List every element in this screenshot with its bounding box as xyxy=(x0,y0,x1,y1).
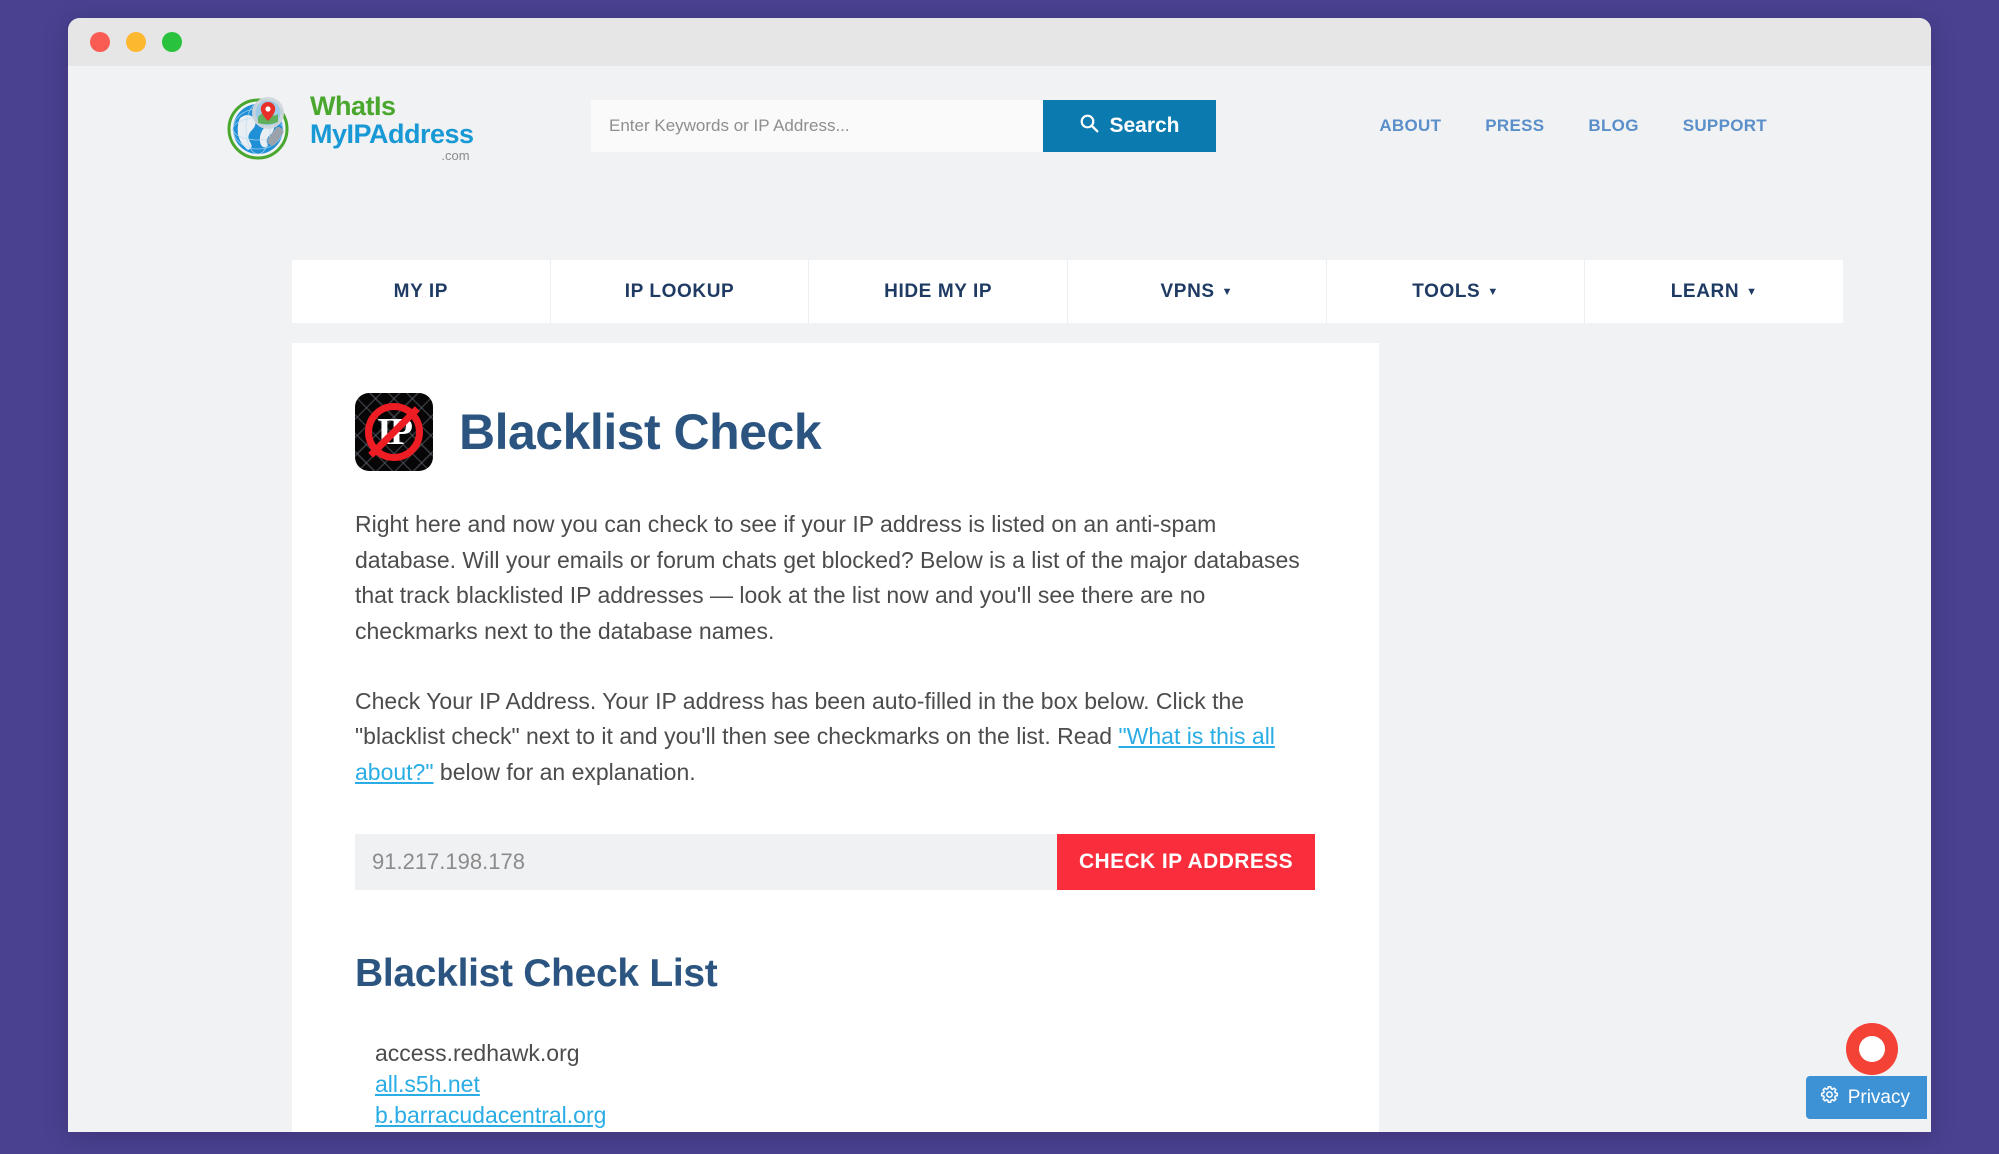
nav-item-tools[interactable]: TOOLS ▼ xyxy=(1327,260,1586,323)
blacklist-entry-link[interactable]: b.barracudacentral.org xyxy=(375,1102,606,1128)
nav-item-ip-lookup-label: IP LOOKUP xyxy=(624,280,735,302)
logo-line-1: WhatIs xyxy=(310,90,396,121)
search-input[interactable] xyxy=(591,100,1043,152)
ip-address-input[interactable] xyxy=(355,834,1057,891)
blacklist-entry-plain: access.redhawk.org xyxy=(375,1040,580,1067)
globe-magnifier-logo-icon xyxy=(224,88,300,164)
main-content: IP Blacklist Check Right here and now yo… xyxy=(292,343,1379,1132)
list-item: access.redhawk.org xyxy=(375,1040,1316,1067)
nav-item-hide-my-ip-label: HIDE MY IP xyxy=(884,280,993,302)
browser-titlebar xyxy=(68,18,1931,66)
list-item: b.barracudacentral.org xyxy=(375,1102,1316,1129)
blacklist-entry-link[interactable]: all.s5h.net xyxy=(375,1071,480,1097)
nav-item-my-ip[interactable]: MY IP xyxy=(292,260,551,323)
main-navigation: MY IP IP LOOKUP HIDE MY IP VPNS ▼ TOOLS … xyxy=(292,260,1843,323)
instructions-text-after: below for an explanation. xyxy=(433,758,696,785)
nav-item-ip-lookup[interactable]: IP LOOKUP xyxy=(551,260,810,323)
privacy-settings-button[interactable]: Privacy xyxy=(1805,1076,1927,1119)
ip-check-form: CHECK IP ADDRESS xyxy=(355,834,1315,891)
top-link-about[interactable]: ABOUT xyxy=(1379,116,1441,136)
nav-item-tools-label: TOOLS xyxy=(1412,280,1481,302)
nav-item-learn-label: LEARN xyxy=(1670,280,1740,302)
close-window-button[interactable] xyxy=(90,32,110,52)
check-ip-address-button[interactable]: CHECK IP ADDRESS xyxy=(1057,834,1315,891)
nav-item-vpns[interactable]: VPNS ▼ xyxy=(1068,260,1327,323)
logo-line-2: MyIPAddress xyxy=(310,118,474,149)
list-item: all.s5h.net xyxy=(375,1071,1316,1098)
page-title-row: IP Blacklist Check xyxy=(355,393,1316,471)
minimize-window-button[interactable] xyxy=(126,32,146,52)
site-logo[interactable]: WhatIs MyIPAddress .com xyxy=(224,88,524,164)
blacklist-section-heading: Blacklist Check List xyxy=(355,952,718,996)
nav-item-my-ip-label: MY IP xyxy=(393,280,449,302)
nav-item-learn[interactable]: LEARN ▼ xyxy=(1585,260,1843,323)
page-body: WhatIs MyIPAddress .com Search xyxy=(68,66,1931,1132)
site-logo-text: WhatIs MyIPAddress .com xyxy=(310,91,474,162)
nav-item-hide-my-ip[interactable]: HIDE MY IP xyxy=(809,260,1069,323)
utility-nav: ABOUT PRESS BLOG SUPPORT xyxy=(1379,116,1775,136)
chevron-down-icon: ▼ xyxy=(1487,286,1499,298)
privacy-label: Privacy xyxy=(1847,1086,1910,1108)
blacklist-ip-icon: IP xyxy=(355,393,433,471)
instructions-paragraph: Check Your IP Address. Your IP address h… xyxy=(355,684,1316,791)
top-link-press[interactable]: PRESS xyxy=(1485,116,1544,136)
maximize-window-button[interactable] xyxy=(162,32,182,52)
blacklist-check-list: access.redhawk.org all.s5h.net b.barracu… xyxy=(355,1040,1316,1132)
chevron-down-icon: ▼ xyxy=(1746,286,1758,298)
gear-icon xyxy=(1820,1085,1839,1110)
chevron-down-icon: ▼ xyxy=(1221,286,1234,298)
search-bar: Search xyxy=(591,100,1216,152)
logo-dotcom: .com xyxy=(441,147,470,163)
nav-item-vpns-label: VPNS xyxy=(1160,280,1215,302)
top-link-blog[interactable]: BLOG xyxy=(1588,116,1638,136)
instructions-text-before: Check Your IP Address. Your IP address h… xyxy=(355,687,1245,750)
site-header: WhatIs MyIPAddress .com Search xyxy=(68,66,1931,186)
intro-paragraph: Right here and now you can check to see … xyxy=(355,511,1300,644)
search-icon xyxy=(1079,113,1099,139)
prohibition-sign-icon xyxy=(365,403,423,461)
page-title: Blacklist Check xyxy=(459,404,822,460)
browser-window: WhatIs MyIPAddress .com Search xyxy=(68,18,1931,1132)
search-button[interactable]: Search xyxy=(1043,100,1216,152)
top-link-support[interactable]: SUPPORT xyxy=(1683,116,1767,136)
chat-bubble-icon[interactable] xyxy=(1846,1023,1898,1075)
search-button-label: Search xyxy=(1109,114,1180,137)
